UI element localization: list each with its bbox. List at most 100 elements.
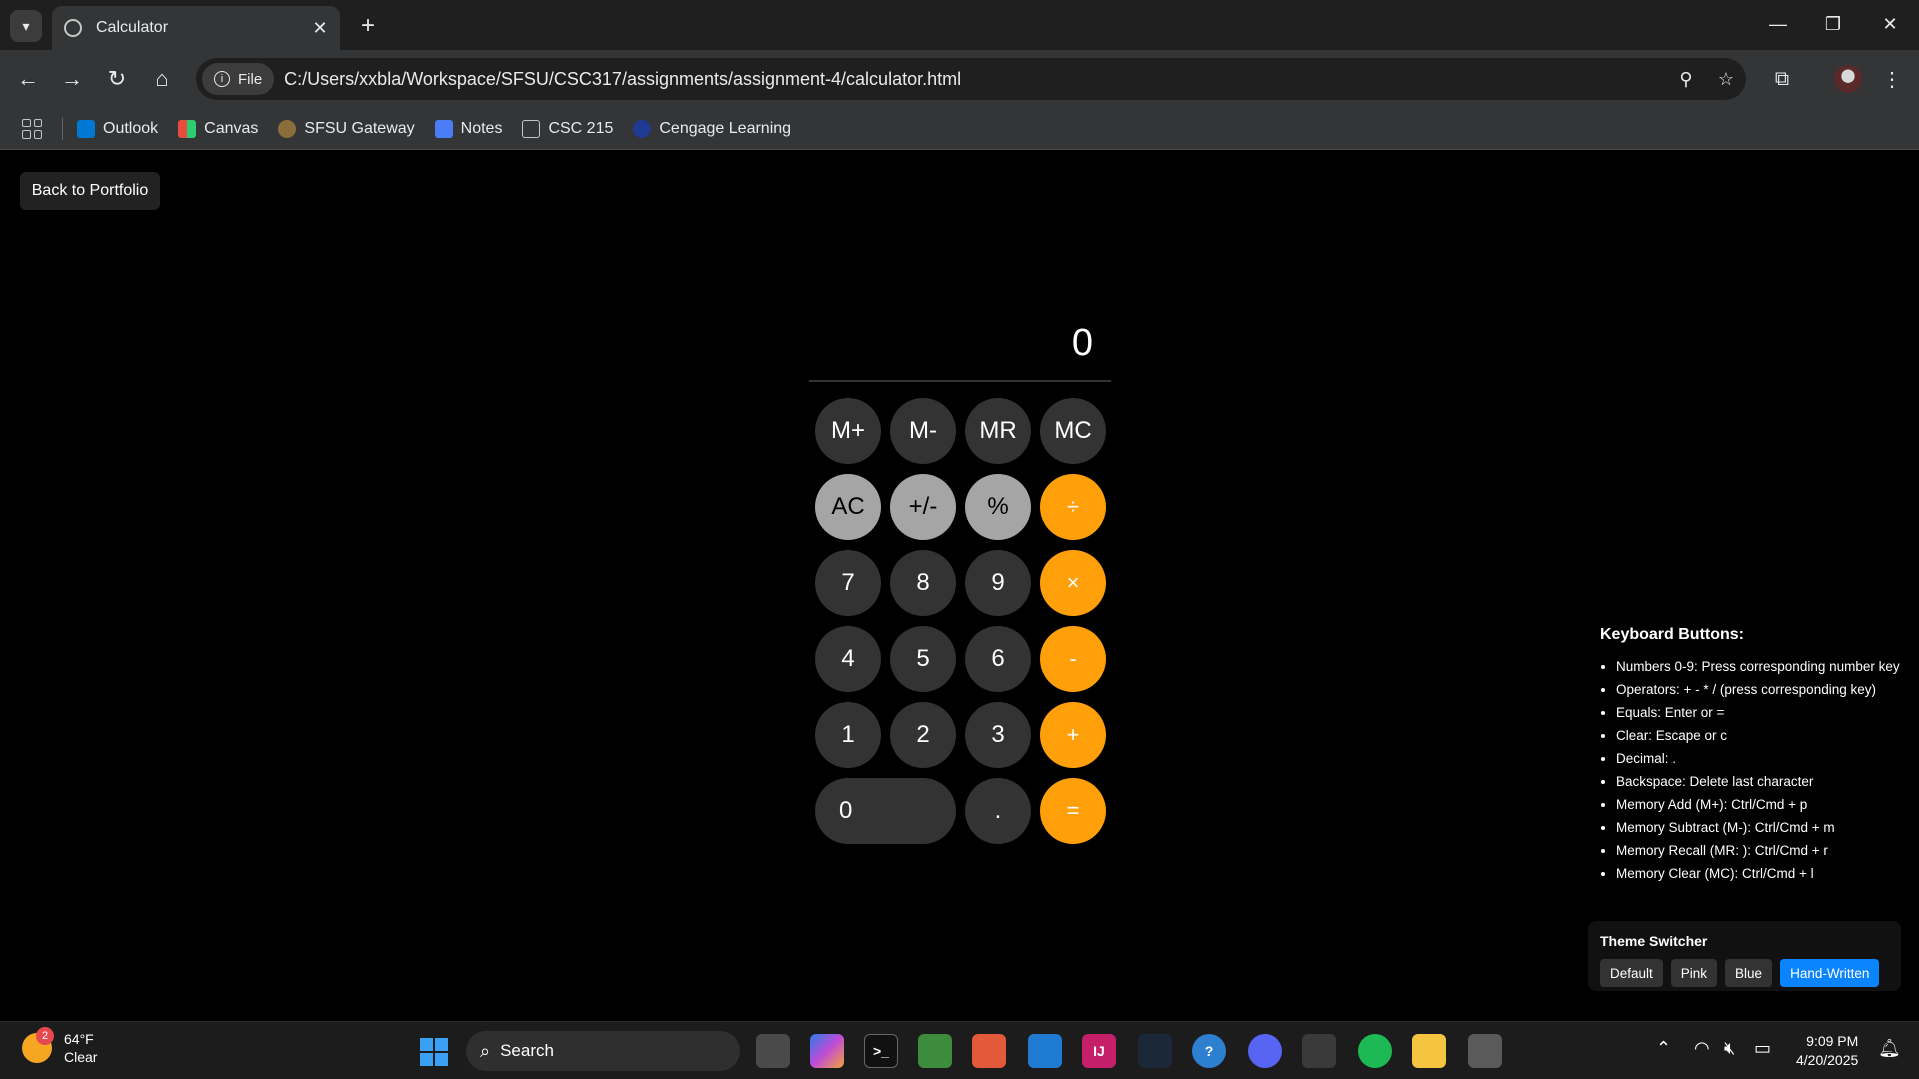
tab-strip: ▾ Calculator ✕ + — ❐ ✕: [0, 0, 1919, 50]
site-info-chip[interactable]: i File: [202, 63, 275, 95]
globe-icon: [64, 19, 82, 37]
address-bar[interactable]: i File C:/Users/xxbla/Workspace/SFSU/CSC…: [196, 58, 1746, 100]
tab-calculator[interactable]: Calculator ✕: [52, 6, 340, 50]
memory-clear-button[interactable]: MC: [1040, 398, 1106, 464]
file-explorer-icon[interactable]: [1412, 1034, 1446, 1068]
steam-icon[interactable]: [1138, 1034, 1172, 1068]
weather-widget[interactable]: 2 64°F Clear: [22, 1027, 97, 1066]
equals-button[interactable]: =: [1040, 778, 1106, 844]
canvas-icon: [178, 119, 197, 138]
digit-6-button[interactable]: 6: [965, 626, 1031, 692]
copilot-icon[interactable]: [810, 1034, 844, 1068]
notifications-icon[interactable]: 🔔︎: [1878, 1038, 1901, 1059]
spotify-icon[interactable]: [1358, 1034, 1392, 1068]
digit-0-button[interactable]: 0: [815, 778, 956, 844]
memory-add-button[interactable]: M+: [815, 398, 881, 464]
digit-5-button[interactable]: 5: [890, 626, 956, 692]
taskbar-search[interactable]: ⌕ Search: [466, 1031, 740, 1071]
restore-button[interactable]: ❐: [1813, 8, 1853, 40]
digit-7-button[interactable]: 7: [815, 550, 881, 616]
all-clear-button[interactable]: AC: [815, 474, 881, 540]
back-icon[interactable]: ←: [12, 63, 44, 95]
tab-search-button[interactable]: ▾: [10, 10, 42, 42]
list-item: Clear: Escape or c: [1616, 727, 1900, 745]
list-item: Memory Subtract (M-): Ctrl/Cmd + m: [1616, 819, 1900, 837]
tray-overflow-icon[interactable]: ⌃: [1656, 1038, 1671, 1059]
vscode-icon[interactable]: [1028, 1034, 1062, 1068]
theme-default-button[interactable]: Default: [1600, 959, 1663, 987]
digit-4-button[interactable]: 4: [815, 626, 881, 692]
theme-blue-button[interactable]: Blue: [1725, 959, 1773, 987]
menu-icon[interactable]: ⋮: [1876, 63, 1908, 95]
moon-icon: 2: [22, 1027, 54, 1063]
digit-1-button[interactable]: 1: [815, 702, 881, 768]
page-content: Back to Portfolio 0 M+ M- MR MC AC +/- %…: [0, 151, 1919, 1021]
profile-avatar[interactable]: [1834, 65, 1862, 93]
divide-button[interactable]: ÷: [1040, 474, 1106, 540]
git-icon[interactable]: [972, 1034, 1006, 1068]
digit-2-button[interactable]: 2: [890, 702, 956, 768]
battery-icon[interactable]: ▭: [1754, 1038, 1771, 1059]
browser-toolbar: ← → ↻ ⌂ i File C:/Users/xxbla/Workspace/…: [0, 50, 1919, 108]
minimize-button[interactable]: —: [1758, 8, 1798, 40]
bookmark-notes[interactable]: Notes: [434, 119, 503, 138]
camera-icon[interactable]: [1468, 1034, 1502, 1068]
help-icon[interactable]: ?: [1192, 1034, 1226, 1068]
forward-icon[interactable]: →: [56, 63, 88, 95]
add-button[interactable]: +: [1040, 702, 1106, 768]
wifi-icon[interactable]: ◠: [1694, 1038, 1710, 1059]
keyboard-help-title: Keyboard Buttons:: [1600, 626, 1744, 643]
percent-button[interactable]: %: [965, 474, 1031, 540]
folder-icon: [522, 119, 541, 138]
cengage-icon: [633, 119, 652, 138]
list-item: Memory Clear (MC): Ctrl/Cmd + l: [1616, 865, 1900, 883]
list-item: Decimal: .: [1616, 750, 1900, 768]
url-text[interactable]: C:/Users/xxbla/Workspace/SFSU/CSC317/ass…: [284, 69, 1666, 90]
reload-icon[interactable]: ↻: [101, 63, 133, 95]
memory-recall-button[interactable]: MR: [965, 398, 1031, 464]
windows-start-icon[interactable]: [420, 1038, 448, 1066]
bookmark-label: CSC 215: [548, 119, 614, 137]
outlook-icon: [77, 119, 95, 138]
multiply-button[interactable]: ×: [1040, 550, 1106, 616]
home-icon[interactable]: ⌂: [146, 63, 178, 95]
zoom-icon[interactable]: ⚲: [1666, 69, 1706, 90]
bookmark-folder-csc215[interactable]: CSC 215: [522, 119, 614, 138]
bookmark-outlook[interactable]: Outlook: [77, 119, 158, 138]
bookmark-star-icon[interactable]: ☆: [1706, 69, 1746, 90]
digit-9-button[interactable]: 9: [965, 550, 1031, 616]
subtract-button[interactable]: -: [1040, 626, 1106, 692]
weather-badge: 2: [36, 1027, 54, 1045]
bookmark-label: Notes: [460, 119, 503, 137]
back-to-portfolio-button[interactable]: Back to Portfolio: [20, 172, 160, 210]
digit-3-button[interactable]: 3: [965, 702, 1031, 768]
clock-date: 4/20/2025: [1796, 1052, 1859, 1068]
list-item: Memory Recall (MR: ): Ctrl/Cmd + r: [1616, 842, 1900, 860]
list-item: Numbers 0-9: Press corresponding number …: [1616, 658, 1900, 676]
new-tab-button[interactable]: +: [352, 10, 384, 42]
digit-8-button[interactable]: 8: [890, 550, 956, 616]
bookmark-canvas[interactable]: Canvas: [178, 119, 258, 138]
discord-icon[interactable]: [1248, 1034, 1282, 1068]
memory-subtract-button[interactable]: M-: [890, 398, 956, 464]
theme-handwritten-button[interactable]: Hand-Written: [1780, 959, 1880, 987]
decimal-button[interactable]: .: [965, 778, 1031, 844]
intellij-icon[interactable]: IJ: [1082, 1034, 1116, 1068]
nodejs-icon[interactable]: [918, 1034, 952, 1068]
extensions-icon[interactable]: ⧉: [1766, 63, 1798, 95]
terminal-icon[interactable]: >_: [864, 1034, 898, 1068]
chrome-icon[interactable]: [1302, 1034, 1336, 1068]
close-tab-icon[interactable]: ✕: [306, 18, 334, 39]
theme-options: Default Pink Blue Hand-Written: [1600, 959, 1889, 987]
bookmark-sfsu-gateway[interactable]: SFSU Gateway: [278, 119, 415, 138]
apps-grid-icon[interactable]: [22, 118, 42, 139]
sign-toggle-button[interactable]: +/-: [890, 474, 956, 540]
volume-muted-icon[interactable]: 🔇︎: [1724, 1038, 1735, 1059]
task-view-icon[interactable]: [756, 1034, 790, 1068]
taskbar: 2 64°F Clear ⌕ Search >_ IJ ? ⌃ ◠ 🔇︎ ▭ 9…: [0, 1021, 1919, 1079]
bookmark-cengage[interactable]: Cengage Learning: [633, 119, 791, 138]
theme-pink-button[interactable]: Pink: [1670, 959, 1718, 987]
system-clock[interactable]: 9:09 PM 4/20/2025: [1796, 1032, 1858, 1070]
keyboard-help-list: Numbers 0-9: Press corresponding number …: [1600, 658, 1900, 883]
close-window-button[interactable]: ✕: [1870, 8, 1910, 40]
